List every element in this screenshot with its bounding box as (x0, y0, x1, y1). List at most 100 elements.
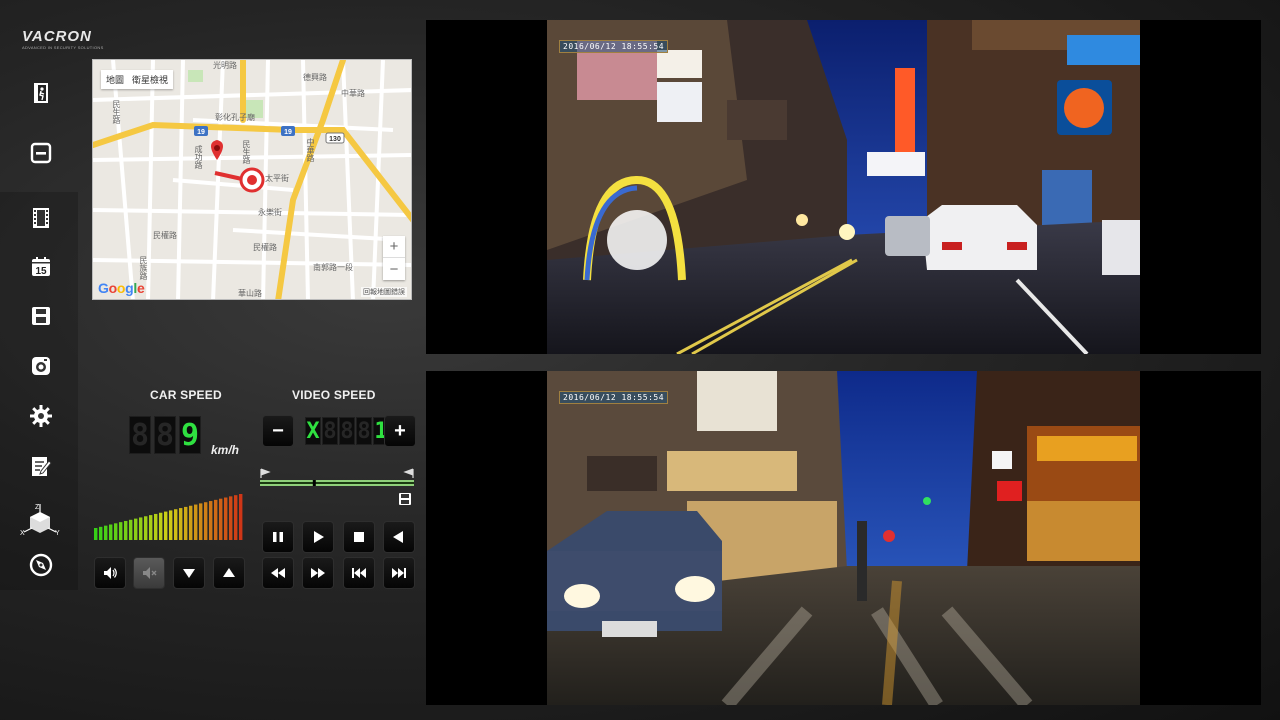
tab-map[interactable]: 地圖 (106, 73, 124, 86)
video-speed-digit: 8 (322, 417, 338, 445)
volume-bar (119, 522, 123, 540)
volume-bar (174, 509, 178, 540)
car-speed-display: 8 8 9 (129, 416, 201, 454)
settings-button[interactable] (28, 403, 54, 429)
save-clip-button[interactable] (398, 492, 412, 506)
exit-button[interactable] (28, 80, 54, 106)
video-speed-digit: X (305, 417, 321, 445)
street-label: 南郭路一段 (313, 263, 353, 272)
volume-bar (134, 518, 138, 540)
street-label: 太平街 (265, 174, 289, 183)
volume-down-icon (183, 569, 195, 578)
sidebar: 15 Z X Y (0, 0, 78, 720)
volume-bar (94, 528, 98, 540)
front-street-image (547, 20, 1140, 354)
video-speed-digit: 8 (356, 417, 372, 445)
speed-unit: km/h (211, 443, 240, 457)
compass-button[interactable] (28, 552, 54, 578)
volume-level-meter[interactable] (94, 494, 244, 540)
rewind-button[interactable] (262, 557, 294, 589)
minimize-button[interactable] (28, 140, 54, 166)
street-label: 光明路 (213, 61, 237, 70)
volume-bar (124, 520, 128, 540)
zoom-out-button[interactable]: − (383, 258, 405, 280)
speaker-on-button[interactable] (94, 557, 126, 589)
edit-report-icon (32, 457, 52, 476)
calendar-button[interactable]: 15 (28, 254, 54, 280)
volume-down-button[interactable] (173, 557, 205, 589)
street-label: 中華路 (341, 89, 365, 98)
report-button[interactable] (28, 453, 54, 479)
volume-bar (234, 495, 238, 540)
video-speed-digit: 8 (339, 417, 355, 445)
save-clip-icon (399, 493, 411, 505)
map-type-tabs: 地圖 衛星檢視 (101, 70, 174, 89)
volume-bar (219, 498, 223, 540)
volume-bar (149, 515, 153, 540)
playback-slider-thumb[interactable] (312, 480, 316, 486)
gsensor-button[interactable]: Z X Y (20, 502, 60, 536)
skip-next-button[interactable] (383, 557, 415, 589)
rear-video-timestamp: 2016/06/12 18:55:54 (559, 391, 669, 404)
volume-bar (164, 511, 168, 540)
play-icon (314, 531, 324, 543)
playback-slider[interactable] (260, 468, 414, 490)
volume-bar (159, 512, 163, 540)
google-logo: Google (98, 280, 145, 296)
rear-camera-video[interactable]: 2016/06/12 18:55:54 (426, 371, 1261, 705)
street-label: 民族路 (139, 256, 148, 280)
axis-z-label: Z (35, 504, 40, 511)
mute-button[interactable] (133, 557, 165, 589)
volume-bar (189, 505, 193, 540)
street-label: 華山路 (238, 289, 262, 298)
volume-bar (144, 516, 148, 540)
street-label: 民權路 (253, 243, 277, 252)
volume-bar (214, 499, 218, 540)
minus-icon: − (272, 419, 284, 442)
speaker-mute-icon (143, 567, 157, 579)
volume-bar (184, 506, 188, 540)
volume-bar (209, 501, 213, 540)
snapshot-button[interactable] (28, 353, 54, 379)
street-label: 成功路 (194, 145, 203, 169)
road-badge-19b: 19 (284, 129, 292, 136)
street-label: 民生路 (242, 140, 251, 164)
plus-icon: + (394, 419, 406, 442)
reverse-play-button[interactable] (383, 521, 415, 553)
map-error-report-link[interactable]: 回報地圖錯誤 (361, 287, 407, 297)
front-camera-scene: 2016/06/12 18:55:54 (547, 20, 1140, 354)
skip-previous-button[interactable] (343, 557, 375, 589)
current-location-marker (239, 167, 265, 193)
road-badge-19: 19 (197, 129, 205, 136)
volume-bar (109, 524, 113, 540)
volume-bar (204, 502, 208, 540)
skip-previous-icon (352, 568, 366, 578)
car-speed-digit: 9 (179, 416, 201, 454)
car-speed-digit: 8 (129, 416, 151, 454)
volume-bar (129, 519, 133, 540)
tab-satellite[interactable]: 衛星檢視 (132, 73, 168, 86)
street-label: 德興路 (303, 73, 327, 82)
front-camera-video[interactable]: 2016/06/12 18:55:54 (426, 20, 1261, 354)
map-zoom-control: + − (383, 236, 405, 280)
volume-bar (169, 510, 173, 540)
fast-forward-button[interactable] (302, 557, 334, 589)
pause-button[interactable] (262, 521, 294, 553)
video-speed-decrease-button[interactable]: − (262, 415, 294, 447)
volume-up-button[interactable] (213, 557, 245, 589)
volume-bar (199, 503, 203, 540)
speaker-on-icon (104, 567, 117, 579)
video-speed-label: VIDEO SPEED (292, 388, 376, 402)
car-speed-label: CAR SPEED (150, 388, 222, 402)
stop-button[interactable] (343, 521, 375, 553)
play-button[interactable] (302, 521, 334, 553)
zoom-in-button[interactable]: + (383, 236, 405, 258)
axis-y-label: Y (55, 530, 60, 536)
save-button[interactable] (28, 303, 54, 329)
gps-map[interactable]: 19 19 130 地圖 衛星檢視 光明路 德興路 中華路 彰化孔子廟 成功路 … (92, 59, 412, 300)
video-speed-increase-button[interactable]: + (384, 415, 416, 447)
car-speed-digit: 8 (154, 416, 176, 454)
video-list-button[interactable] (28, 205, 54, 231)
save-icon (32, 307, 50, 325)
road-badge-130: 130 (329, 136, 341, 143)
